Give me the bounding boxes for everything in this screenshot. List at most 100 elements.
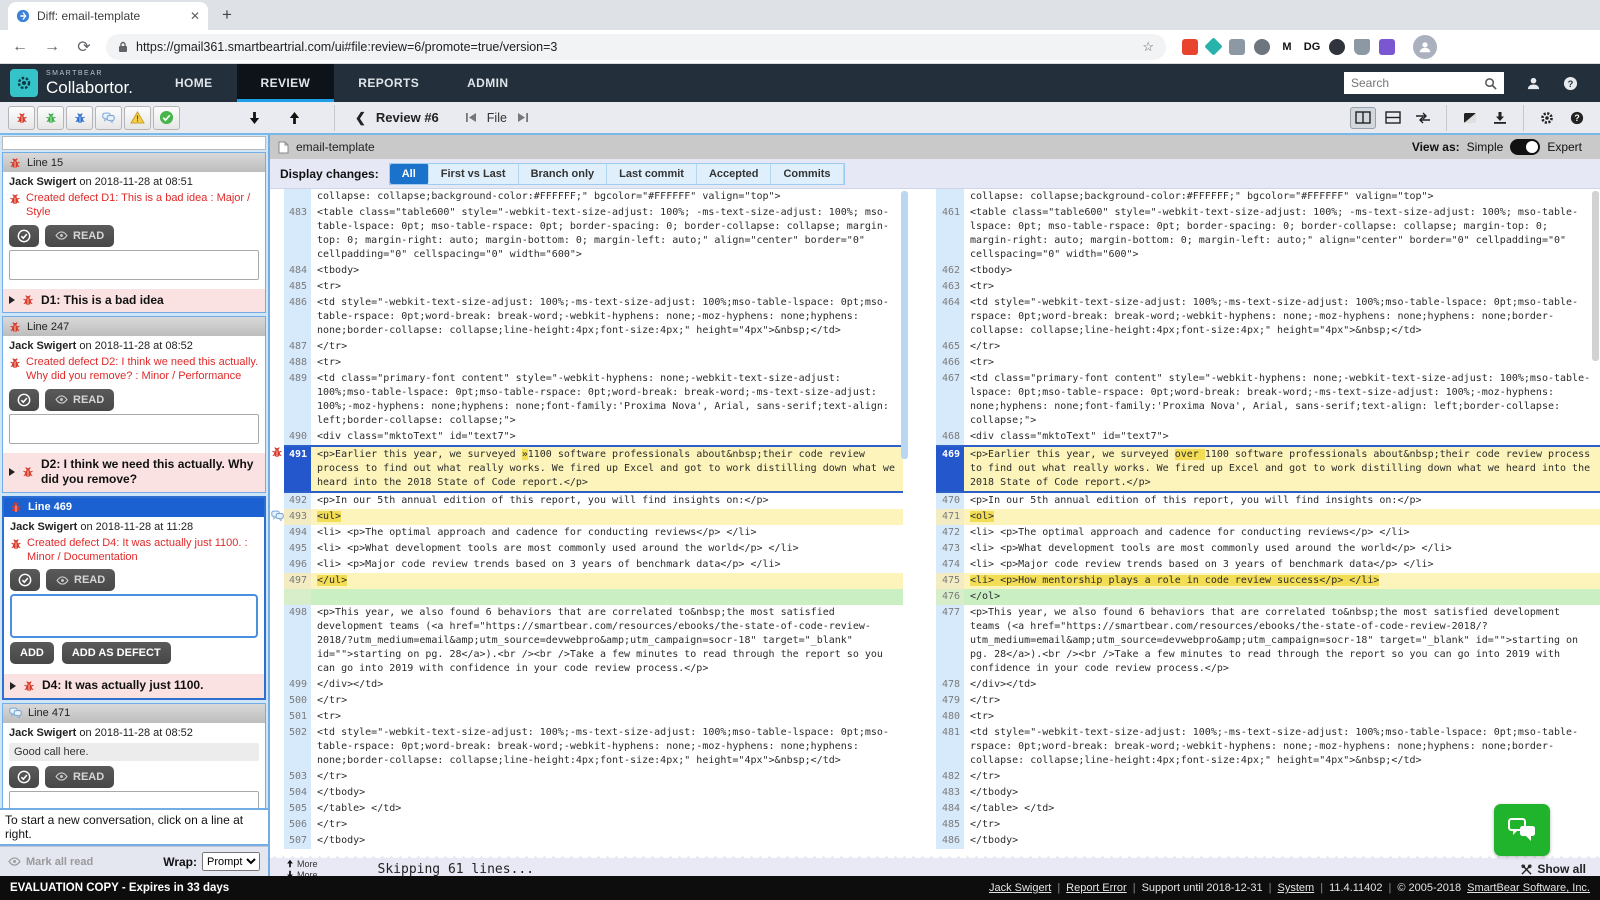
left-code-line[interactable]: </table> </td> [311,801,903,817]
right-code-line[interactable]: </tr> [964,693,1600,709]
acknowledge-button[interactable] [9,225,39,247]
right-code-line[interactable]: <p>Earlier this year, we surveyed over 1… [964,445,1600,493]
add-button[interactable]: ADD [10,642,54,664]
left-code-line[interactable]: <p>Earlier this year, we surveyed »1100 … [311,445,903,493]
nav-item-reports[interactable]: REPORTS [334,64,443,102]
left-code-line[interactable]: </tr> [311,693,903,709]
nav-item-home[interactable]: HOME [151,64,237,102]
status-link[interactable]: SmartBear Software, Inc. [1467,882,1590,894]
left-code-line[interactable]: <p>In our 5th annual edition of this rep… [311,493,903,509]
left-line-number[interactable]: 483 [284,205,311,263]
back-to-review-link[interactable]: ❮ Review #6 [341,110,439,126]
next-defect-green-bug-button[interactable] [37,106,64,130]
right-code-line[interactable]: <p>In our 5th annual edition of this rep… [964,493,1600,509]
right-line-number[interactable]: 471 [936,509,964,525]
left-code-line[interactable]: </tbody> [311,785,903,801]
left-line-number[interactable]: 488 [284,355,311,371]
filter-first-vs-last[interactable]: First vs Last [429,164,519,184]
thread-header[interactable]: Line 469 [4,498,264,517]
right-code-line[interactable]: <tr> [964,355,1600,371]
left-line-number[interactable]: 487 [284,339,311,355]
left-line-number[interactable]: 500 [284,693,311,709]
left-code-line[interactable]: <div class="mktoText" id="text7"> [311,429,903,445]
simple-expert-toggle[interactable] [1510,139,1540,155]
right-line-number[interactable]: 486 [936,833,964,849]
right-line-number[interactable]: 463 [936,279,964,295]
left-line-number[interactable]: 492 [284,493,311,509]
left-code-line[interactable]: </ul> [311,573,903,589]
defect-row[interactable]: D1: This is a bad idea [3,289,265,313]
right-line-number[interactable]: 478 [936,677,964,693]
right-line-number[interactable]: 461 [936,205,964,263]
left-code-line[interactable]: <td class="primary-font content" style="… [311,371,903,429]
new-tab-button[interactable]: + [222,5,232,25]
filter-accepted[interactable]: Accepted [697,164,772,184]
reply-input[interactable] [9,250,259,280]
left-line-number[interactable]: 506 [284,817,311,833]
toolbar-help-icon[interactable]: ? [1564,107,1590,129]
next-file-icon[interactable] [517,112,529,123]
right-line-number[interactable]: 476 [936,589,964,605]
scrolled-comment-input[interactable] [2,136,266,150]
extension-icon[interactable] [1379,39,1395,55]
right-line-number[interactable]: 481 [936,725,964,769]
left-code-line[interactable]: </tr> [311,817,903,833]
left-code-line[interactable]: <tr> [311,279,903,295]
right-code-line[interactable]: <td class="primary-font content" style="… [964,371,1600,429]
left-line-number[interactable] [284,189,311,205]
extension-icon[interactable] [1354,39,1370,55]
refresh-icon[interactable]: ⟳ [74,37,94,57]
right-code-line[interactable]: <ol> [964,509,1600,525]
thread-header[interactable]: Line 15 [3,153,265,172]
left-code-line[interactable]: <li> <p>What development tools are most … [311,541,903,557]
help-icon[interactable]: ? [1563,76,1578,91]
right-line-number[interactable]: 469 [936,445,964,493]
left-code-line[interactable]: <li> <p>Major code review trends based o… [311,557,903,573]
user-icon[interactable] [1526,76,1541,91]
left-line-number[interactable]: 493 [284,509,311,525]
more-up-link[interactable]: More [286,859,318,869]
defect-row[interactable]: D4: It was actually just 1100. [4,674,264,698]
left-pane-scrollbar[interactable] [901,191,908,459]
view-simple-label[interactable]: Simple [1467,140,1504,154]
bookmark-star-icon[interactable]: ☆ [1142,39,1154,55]
more-down-link[interactable]: More [286,870,318,877]
read-button[interactable]: READ [46,569,115,591]
thread-header[interactable]: Line 471 [3,704,265,723]
left-line-number[interactable]: 503 [284,769,311,785]
forward-icon[interactable]: → [42,38,62,56]
right-line-number[interactable]: 475 [936,573,964,589]
acknowledge-button[interactable] [10,569,40,591]
reply-input[interactable] [9,791,259,808]
prev-file-icon[interactable] [465,112,477,123]
right-code-line[interactable]: <table class="table600" style="-webkit-t… [964,205,1600,263]
filter-all[interactable]: All [390,164,429,184]
filter-commits[interactable]: Commits [771,164,843,184]
right-line-number[interactable]: 462 [936,263,964,279]
left-code-line[interactable]: <ul> [311,509,903,525]
right-code-line[interactable]: <td style="-webkit-text-size-adjust: 100… [964,295,1600,339]
left-code-line[interactable]: <tr> [311,355,903,371]
left-code-line[interactable]: collapse: collapse;background-color:#FFF… [311,189,903,205]
acknowledge-button[interactable] [9,389,39,411]
left-line-number[interactable] [284,589,311,605]
right-code-line[interactable]: <tr> [964,279,1600,295]
defect-row[interactable]: D2: I think we need this actually. Why d… [3,453,265,492]
right-code-line[interactable]: </ol> [964,589,1600,605]
extension-icon[interactable]: DG [1304,39,1320,55]
right-line-number[interactable]: 485 [936,817,964,833]
download-button[interactable] [1487,107,1513,129]
over-under-view-button[interactable] [1380,107,1406,129]
nav-item-review[interactable]: REVIEW [237,64,335,102]
filter-branch-only[interactable]: Branch only [519,164,608,184]
right-line-number[interactable]: 468 [936,429,964,445]
left-code-line[interactable]: </tr> [311,769,903,785]
left-code-line[interactable]: <td style="-webkit-text-size-adjust: 100… [311,295,903,339]
right-line-number[interactable]: 480 [936,709,964,725]
left-code-line[interactable]: <td style="-webkit-text-size-adjust: 100… [311,725,903,769]
chat-button[interactable] [1494,804,1550,856]
left-code-line[interactable] [311,589,903,605]
left-code-line[interactable]: </tbody> [311,833,903,849]
read-button[interactable]: READ [45,389,114,411]
wrap-select[interactable]: Prompt [202,852,260,871]
